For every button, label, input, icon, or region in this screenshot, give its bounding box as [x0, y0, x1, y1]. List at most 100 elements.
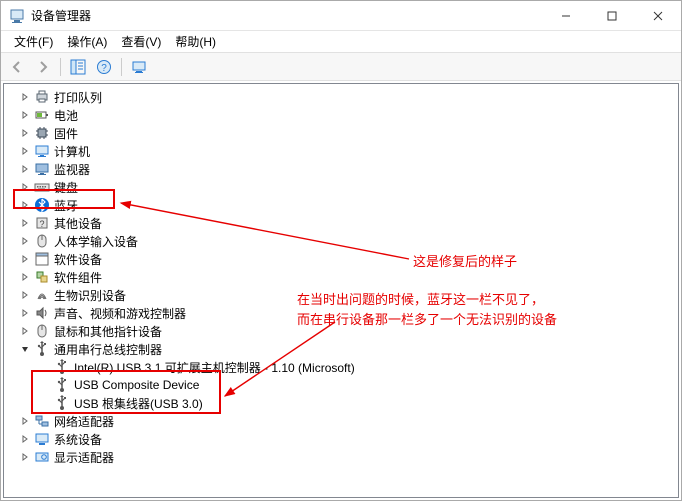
- expander-icon[interactable]: [18, 180, 32, 194]
- tree-item-label: 打印队列: [54, 89, 102, 106]
- tree-item-usb-composite[interactable]: USB Composite Device: [8, 376, 678, 394]
- show-hide-console-tree-button[interactable]: [66, 55, 90, 79]
- tree-item-label: 计算机: [54, 143, 90, 160]
- tree-item-label: 软件组件: [54, 269, 102, 286]
- maximize-button[interactable]: [589, 1, 635, 30]
- bluetooth-icon: [34, 197, 50, 213]
- tree-item-other[interactable]: ? 其他设备: [8, 214, 678, 232]
- tree-item-label: 声音、视频和游戏控制器: [54, 305, 186, 322]
- tree-item-computer[interactable]: 计算机: [8, 142, 678, 160]
- tree-item-label: USB Composite Device: [74, 378, 199, 392]
- tree-item-label: 电池: [54, 107, 78, 124]
- toolbar-separator: [121, 58, 122, 76]
- tree-item-display-adapter[interactable]: 显示适配器: [8, 448, 678, 466]
- tree-item-label: 人体学输入设备: [54, 233, 138, 250]
- tree-item-label: 鼠标和其他指针设备: [54, 323, 162, 340]
- mouse-icon: [34, 323, 50, 339]
- expander-icon[interactable]: [18, 216, 32, 230]
- tree-item-label: 蓝牙: [54, 197, 78, 214]
- tree-item-software[interactable]: 软件设备: [8, 250, 678, 268]
- tree-item-battery[interactable]: 电池: [8, 106, 678, 124]
- expander-icon[interactable]: [18, 270, 32, 284]
- expander-icon[interactable]: [18, 144, 32, 158]
- usb-icon: [54, 377, 70, 393]
- menu-view[interactable]: 查看(V): [114, 31, 168, 52]
- tree-item-bluetooth[interactable]: 蓝牙: [8, 196, 678, 214]
- display-icon: [34, 161, 50, 177]
- biometric-icon: [34, 287, 50, 303]
- forward-button: [31, 55, 55, 79]
- expander-spacer: [38, 396, 52, 410]
- close-button[interactable]: [635, 1, 681, 30]
- tree-item-system[interactable]: 系统设备: [8, 430, 678, 448]
- window-buttons: [543, 1, 681, 30]
- expander-icon[interactable]: [18, 324, 32, 338]
- svg-text:?: ?: [39, 219, 44, 229]
- expander-icon[interactable]: [18, 342, 32, 356]
- tree-item-usb-controllers[interactable]: 通用串行总线控制器: [8, 340, 678, 358]
- tree-item-label: 键盘: [54, 179, 78, 196]
- menu-file[interactable]: 文件(F): [7, 31, 60, 52]
- other-device-icon: ?: [34, 215, 50, 231]
- usb-icon: [54, 395, 70, 411]
- expander-icon[interactable]: [18, 234, 32, 248]
- system-icon: [34, 431, 50, 447]
- tree-item-print-queue[interactable]: 打印队列: [8, 88, 678, 106]
- tree-item-network[interactable]: 网络适配器: [8, 412, 678, 430]
- tree-item-label: USB 根集线器(USB 3.0): [74, 395, 203, 412]
- tree-item-keyboard[interactable]: 键盘: [8, 178, 678, 196]
- component-icon: [34, 269, 50, 285]
- toolbar-separator: [60, 58, 61, 76]
- expander-icon[interactable]: [18, 306, 32, 320]
- expander-icon[interactable]: [18, 414, 32, 428]
- expander-icon[interactable]: [18, 432, 32, 446]
- expander-icon[interactable]: [18, 108, 32, 122]
- expander-spacer: [38, 360, 52, 374]
- tree-item-label: 监视器: [54, 161, 90, 178]
- minimize-button[interactable]: [543, 1, 589, 30]
- menu-action[interactable]: 操作(A): [60, 31, 114, 52]
- device-tree[interactable]: 打印队列 电池 固件 计算机 监视器: [3, 83, 679, 498]
- usb-icon: [54, 359, 70, 375]
- expander-icon[interactable]: [18, 162, 32, 176]
- window-title: 设备管理器: [31, 7, 543, 24]
- expander-icon[interactable]: [18, 450, 32, 464]
- software-icon: [34, 251, 50, 267]
- tree-item-label: 生物识别设备: [54, 287, 126, 304]
- tree-item-label: Intel(R) USB 3.1 可扩展主机控制器 - 1.10 (Micros…: [74, 359, 355, 376]
- tree-item-software-components[interactable]: 软件组件: [8, 268, 678, 286]
- monitor-icon: [34, 143, 50, 159]
- svg-text:?: ?: [101, 63, 107, 74]
- expander-icon[interactable]: [18, 252, 32, 266]
- tree-item-label: 软件设备: [54, 251, 102, 268]
- expander-icon[interactable]: [18, 126, 32, 140]
- battery-icon: [34, 107, 50, 123]
- tree-item-mouse[interactable]: 鼠标和其他指针设备: [8, 322, 678, 340]
- tree-item-label: 系统设备: [54, 431, 102, 448]
- keyboard-icon: [34, 179, 50, 195]
- tree-item-label: 网络适配器: [54, 413, 114, 430]
- expander-icon[interactable]: [18, 90, 32, 104]
- help-button[interactable]: ?: [92, 55, 116, 79]
- back-button: [5, 55, 29, 79]
- printer-icon: [34, 89, 50, 105]
- tree-item-firmware[interactable]: 固件: [8, 124, 678, 142]
- tree-item-label: 其他设备: [54, 215, 102, 232]
- tree-item-hid[interactable]: 人体学输入设备: [8, 232, 678, 250]
- tree-item-usb-root-hub[interactable]: USB 根集线器(USB 3.0): [8, 394, 678, 412]
- tree-item-label: 通用串行总线控制器: [54, 341, 162, 358]
- speaker-icon: [34, 305, 50, 321]
- tree-container: 打印队列 电池 固件 计算机 监视器: [1, 81, 681, 500]
- gpu-icon: [34, 449, 50, 465]
- tree-item-monitor[interactable]: 监视器: [8, 160, 678, 178]
- tree-item-label: 显示适配器: [54, 449, 114, 466]
- scan-hardware-button[interactable]: [127, 55, 151, 79]
- app-icon: [9, 8, 25, 24]
- expander-icon[interactable]: [18, 198, 32, 212]
- expander-icon[interactable]: [18, 288, 32, 302]
- tree-item-sound[interactable]: 声音、视频和游戏控制器: [8, 304, 678, 322]
- tree-item-biometric[interactable]: 生物识别设备: [8, 286, 678, 304]
- menu-help[interactable]: 帮助(H): [168, 31, 223, 52]
- tree-item-usb-intel[interactable]: Intel(R) USB 3.1 可扩展主机控制器 - 1.10 (Micros…: [8, 358, 678, 376]
- network-icon: [34, 413, 50, 429]
